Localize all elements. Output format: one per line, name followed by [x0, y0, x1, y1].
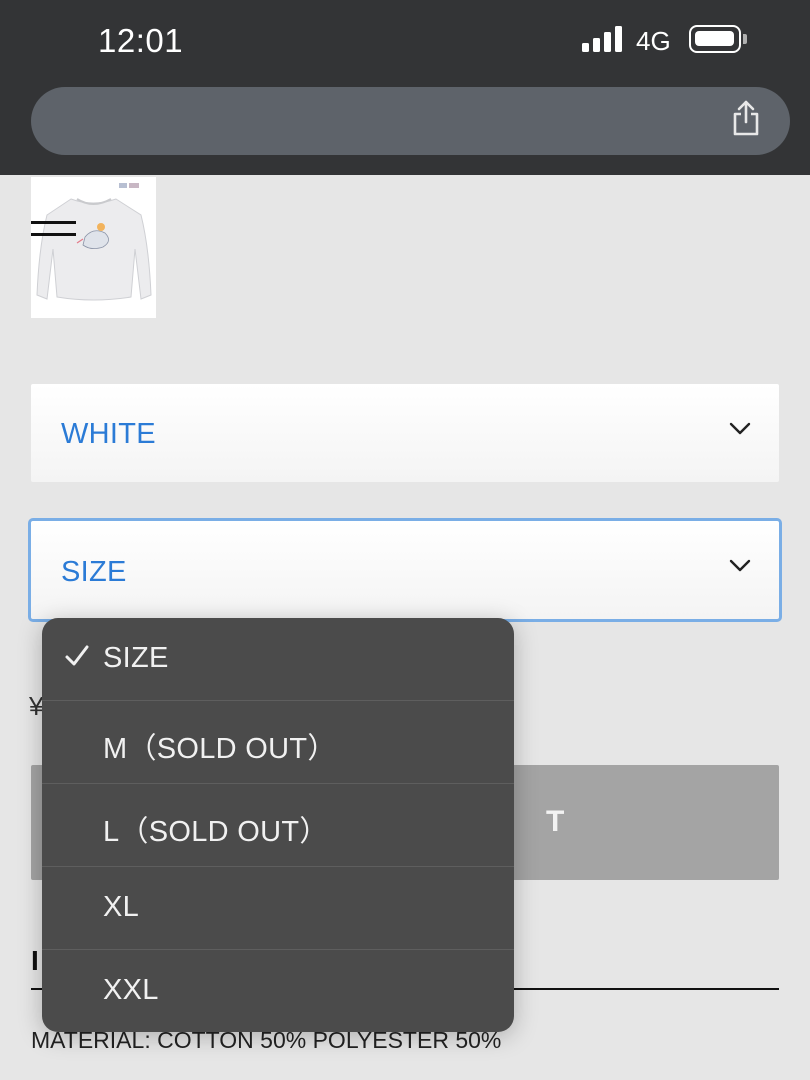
- sweatshirt-image: [31, 177, 156, 318]
- signal-bars-icon: [582, 26, 624, 52]
- product-thumbnail[interactable]: [31, 177, 156, 318]
- size-option-size[interactable]: SIZE: [42, 618, 514, 701]
- size-option-label: XXL: [103, 974, 159, 1006]
- cart-button-label: T: [546, 805, 565, 838]
- browser-top-bar: 12:01 4G: [0, 0, 810, 175]
- size-option-label: L（SOLD OUT）: [103, 816, 329, 848]
- size-select-value: SIZE: [61, 556, 127, 588]
- hamburger-menu-icon[interactable]: [31, 221, 76, 239]
- size-dropdown-menu: SIZE M（SOLD OUT） L（SOLD OUT） XL XXL: [42, 618, 514, 1032]
- size-option-label: M（SOLD OUT）: [103, 733, 337, 765]
- share-icon[interactable]: [731, 100, 761, 136]
- network-type: 4G: [636, 26, 671, 56]
- status-time: 12:01: [98, 22, 184, 59]
- color-select[interactable]: WHITE: [31, 384, 779, 482]
- chevron-down-icon: [729, 422, 751, 435]
- size-select[interactable]: SIZE: [28, 518, 782, 622]
- color-select-value: WHITE: [61, 418, 156, 450]
- size-option-xxl[interactable]: XXL: [42, 950, 514, 1032]
- battery-icon: [689, 25, 747, 53]
- item-section-heading: I: [31, 945, 39, 976]
- checkmark-icon: [65, 645, 89, 666]
- size-option-l[interactable]: L（SOLD OUT）: [42, 784, 514, 867]
- size-option-label: XL: [103, 891, 140, 923]
- size-option-label: SIZE: [103, 642, 169, 674]
- address-bar[interactable]: [31, 87, 790, 155]
- size-option-xl[interactable]: XL: [42, 867, 514, 950]
- size-option-m[interactable]: M（SOLD OUT）: [42, 701, 514, 784]
- chevron-down-icon: [729, 559, 751, 572]
